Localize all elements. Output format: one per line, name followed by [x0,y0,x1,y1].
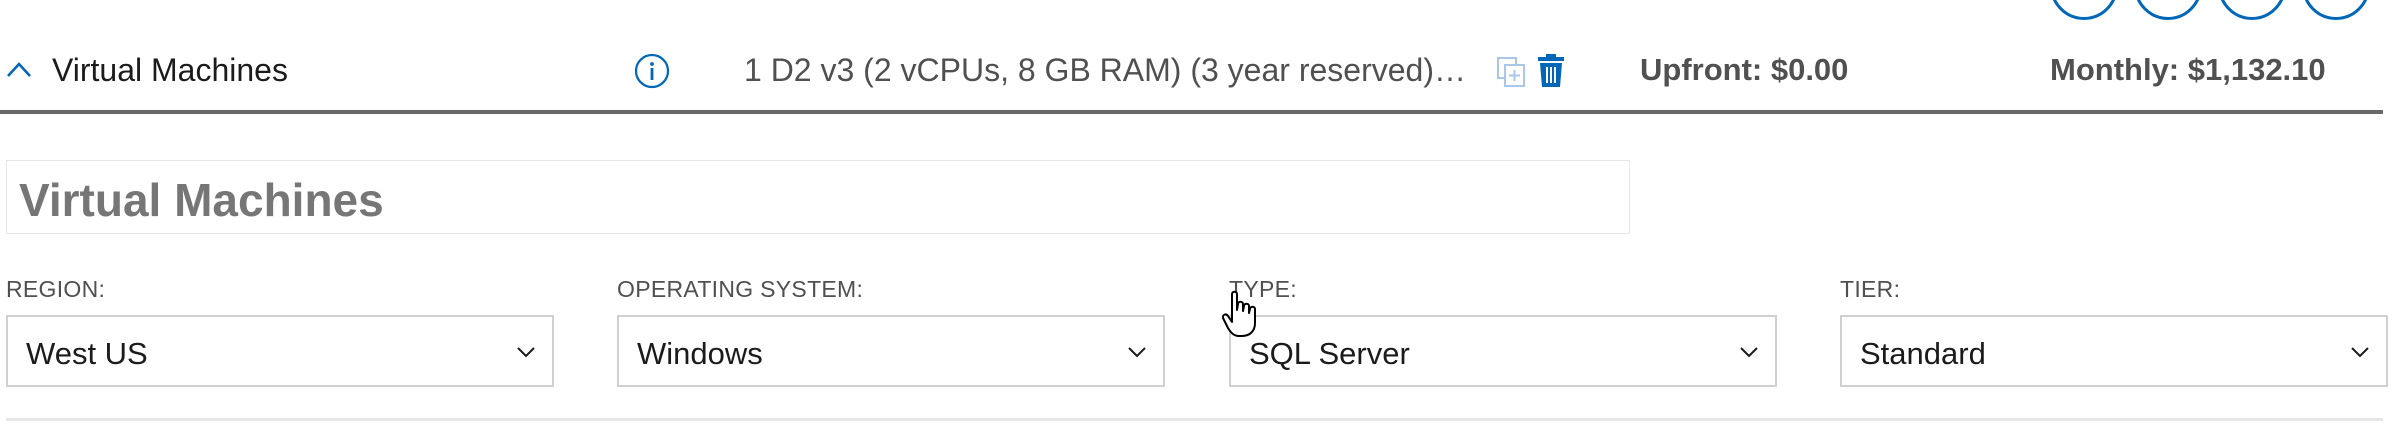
tier-value: Standard [1860,336,1986,371]
info-icon[interactable] [634,53,670,89]
action-icon-button[interactable] [2134,0,2202,20]
region-value: West US [26,336,148,371]
monthly-cost: Monthly: $1,132.10 [2050,52,2326,87]
action-icon-button[interactable] [2050,0,2118,20]
calculator-panel: Virtual Machines 1 D2 v3 (2 vCPUs, 8 GB … [0,0,2393,448]
action-icon-button[interactable] [2218,0,2286,20]
chevron-down-icon [517,347,535,358]
section-divider [6,418,2383,421]
region-label: REGION: [6,276,106,302]
tier-select[interactable]: Standard [1840,315,2388,387]
os-select[interactable]: Windows [617,315,1165,387]
action-icon-button[interactable] [2302,0,2370,20]
trash-icon[interactable] [1537,54,1565,88]
top-action-icons [2050,0,2370,20]
type-value: SQL Server [1249,336,1410,371]
chevron-down-icon [1740,347,1758,358]
section-title: Virtual Machines [19,174,384,226]
summary-description: 1 D2 v3 (2 vCPUs, 8 GB RAM) (3 year rese… [744,52,1470,88]
os-label: OPERATING SYSTEM: [617,276,864,302]
product-summary-row[interactable]: Virtual Machines 1 D2 v3 (2 vCPUs, 8 GB … [0,30,2383,114]
tier-label: TIER: [1840,276,1901,302]
upfront-cost: Upfront: $0.00 [1640,52,1849,87]
chevron-down-icon [1128,347,1146,358]
section-title-input[interactable]: Virtual Machines [6,160,1630,234]
type-select[interactable]: SQL Server [1229,315,1777,387]
chevron-down-icon [2351,347,2369,358]
summary-title: Virtual Machines [52,52,288,88]
region-select[interactable]: West US [6,315,554,387]
clone-icon[interactable] [1496,56,1526,88]
hand-cursor-icon [1222,290,1256,337]
os-value: Windows [637,336,763,371]
chevron-up-icon[interactable] [6,60,32,78]
